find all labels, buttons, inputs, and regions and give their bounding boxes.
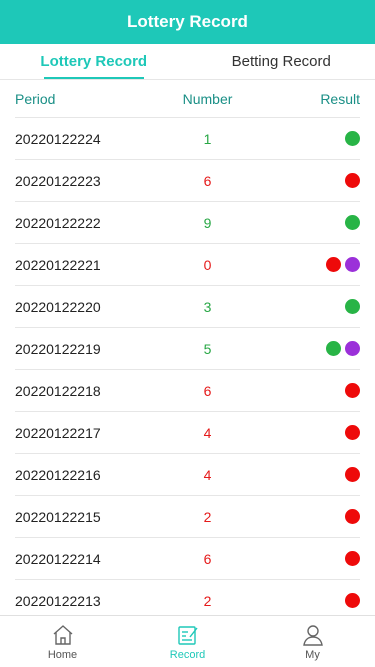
number-cell: 5	[203, 340, 212, 357]
period-cell: 20220122218	[15, 382, 101, 399]
number-cell: 2	[203, 508, 212, 525]
page-title: Lottery Record	[127, 12, 248, 31]
table-row: 20220122217 4	[15, 412, 360, 454]
result-cell	[270, 467, 360, 482]
tab-lottery-record[interactable]: Lottery Record	[0, 44, 188, 79]
number-cell: 4	[203, 466, 212, 483]
result-dot-green	[326, 341, 341, 356]
period-cell: 20220122223	[15, 172, 101, 189]
lottery-record-table: Period Number Result 20220122224 1 2022012…	[0, 80, 375, 622]
table-row: 20220122221 0	[15, 244, 360, 286]
period-cell: 20220122221	[15, 256, 101, 273]
table-row: 20220122216 4	[15, 454, 360, 496]
result-dot-green	[345, 299, 360, 314]
tab-label: Betting Record	[231, 53, 331, 70]
result-cell	[270, 383, 360, 398]
result-dot-red	[345, 509, 360, 524]
table-row: 20220122220 3	[15, 286, 360, 328]
period-cell: 20220122216	[15, 466, 101, 483]
result-cell	[270, 173, 360, 188]
period-cell: 20220122219	[15, 340, 101, 357]
result-dot-red	[345, 467, 360, 482]
period-cell: 20220122217	[15, 424, 101, 441]
result-dot-green	[345, 215, 360, 230]
result-cell	[270, 257, 360, 272]
result-dot-red	[345, 551, 360, 566]
number-cell: 0	[203, 256, 212, 273]
result-dot-red	[326, 257, 341, 272]
result-cell	[270, 341, 360, 356]
column-header-number: Number	[182, 90, 233, 107]
table-row: 20220122219 5	[15, 328, 360, 370]
app-header: Lottery Record	[0, 0, 375, 44]
number-cell: 6	[203, 550, 212, 567]
result-cell	[270, 551, 360, 566]
nav-label: Record	[169, 648, 206, 661]
result-dot-violet	[345, 257, 360, 272]
nav-item-record[interactable]: Record	[125, 616, 250, 667]
number-cell: 6	[203, 382, 212, 399]
nav-item-my[interactable]: My	[250, 616, 375, 667]
bottom-nav: Home Record My	[0, 615, 375, 667]
result-dot-red	[345, 383, 360, 398]
result-dot-red	[345, 425, 360, 440]
table-row: 20220122214 6	[15, 538, 360, 580]
table-row: 20220122222 9	[15, 202, 360, 244]
user-icon	[302, 624, 323, 646]
tab-label: Lottery Record	[40, 53, 148, 70]
period-cell: 20220122224	[15, 130, 101, 147]
nav-item-home[interactable]: Home	[0, 616, 125, 667]
record-tabs: Lottery Record Betting Record	[0, 44, 375, 80]
number-cell: 1	[203, 130, 212, 147]
result-dot-red	[345, 173, 360, 188]
period-cell: 20220122214	[15, 550, 101, 567]
record-icon	[177, 625, 198, 645]
table-body: 20220122224 1 20220122223 6 20220122222 9 2022…	[15, 118, 360, 622]
number-cell: 3	[203, 298, 212, 315]
column-header-result: Result	[320, 90, 360, 107]
number-cell: 9	[203, 214, 212, 231]
nav-label: Home	[47, 648, 78, 661]
home-icon	[53, 624, 72, 645]
result-cell	[270, 425, 360, 440]
result-dot-red	[345, 593, 360, 608]
result-cell	[270, 215, 360, 230]
number-cell: 4	[203, 424, 212, 441]
period-cell: 20220122213	[15, 592, 101, 609]
column-header-period: Period	[15, 90, 56, 107]
table-header: Period Number Result	[15, 80, 360, 118]
result-cell	[270, 593, 360, 608]
period-cell: 20220122222	[15, 214, 101, 231]
period-cell: 20220122215	[15, 508, 101, 525]
result-dot-green	[345, 131, 360, 146]
period-cell: 20220122220	[15, 298, 101, 315]
table-row: 20220122215 2	[15, 496, 360, 538]
nav-label: My	[305, 648, 320, 661]
result-dot-violet	[345, 341, 360, 356]
number-cell: 2	[203, 592, 212, 609]
table-row: 20220122223 6	[15, 160, 360, 202]
tab-betting-record[interactable]: Betting Record	[188, 44, 375, 79]
number-cell: 6	[203, 172, 212, 189]
table-row: 20220122218 6	[15, 370, 360, 412]
table-row: 20220122224 1	[15, 118, 360, 160]
result-cell	[270, 509, 360, 524]
result-cell	[270, 299, 360, 314]
result-cell	[270, 131, 360, 146]
